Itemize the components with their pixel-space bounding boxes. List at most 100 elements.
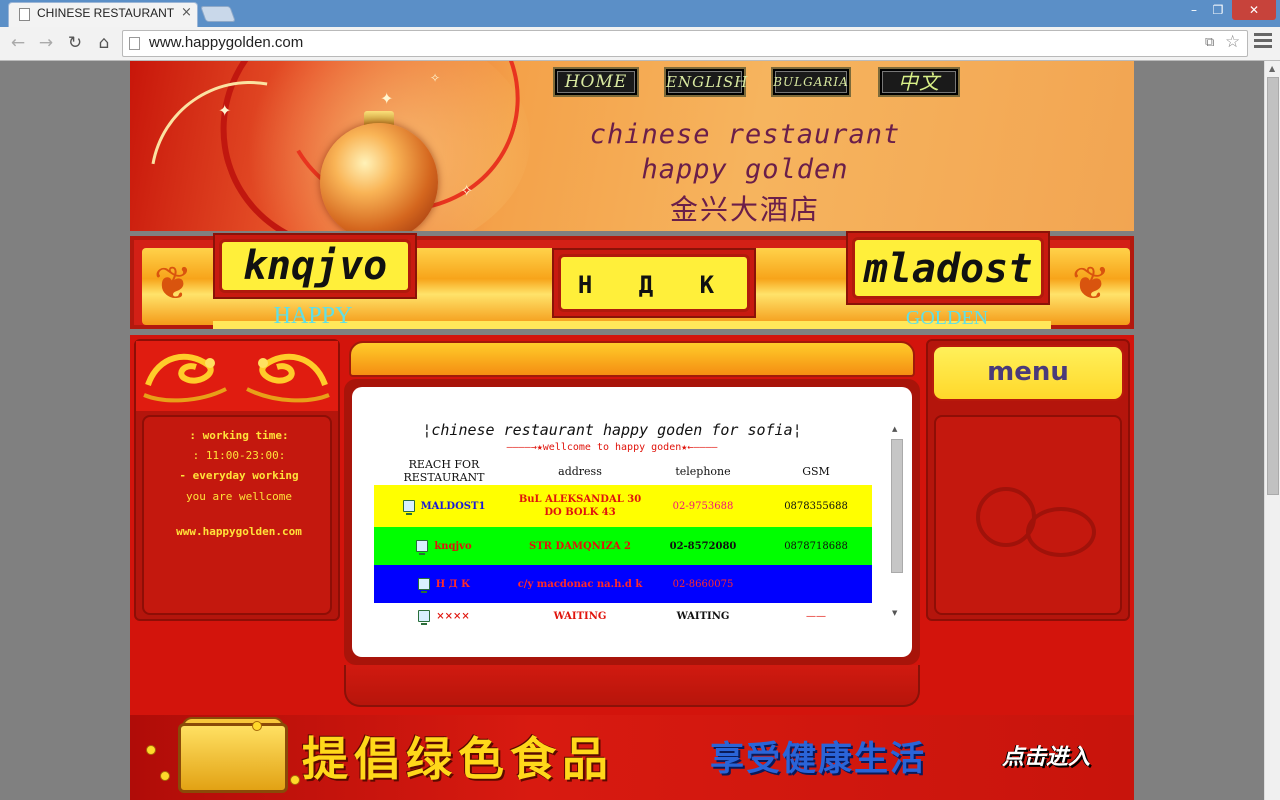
- forward-icon[interactable]: →: [34, 31, 58, 55]
- gsm-cell: ——: [806, 610, 826, 622]
- content-base: [344, 665, 920, 707]
- banner-slogan: 提倡绿色食品: [302, 732, 614, 786]
- star-icon[interactable]: ☆: [1225, 32, 1240, 52]
- branch-cell[interactable]: knqjvo: [374, 527, 514, 565]
- scroll-thumb[interactable]: [891, 439, 903, 573]
- banner-subslogan: 享受健康生活: [710, 739, 926, 779]
- table-row: Н Д К c/y macdonac na.h.d k 02-8660075: [374, 565, 872, 603]
- greeting-heading: ¦chinese restaurant happy goden for sofi…: [422, 421, 802, 439]
- branch-mladost-button[interactable]: mladost: [852, 237, 1044, 299]
- branch-ndk-button[interactable]: Н Д К: [558, 254, 750, 312]
- banner-enter-link[interactable]: 点击进入: [1002, 739, 1090, 771]
- sparkle-icon: ✧: [460, 181, 474, 200]
- close-icon[interactable]: ×: [181, 5, 192, 20]
- swirl-decoration: [1026, 507, 1096, 557]
- telephone-cell: 02-9753688: [672, 500, 734, 512]
- golden-label: GOLDEN: [905, 307, 989, 329]
- sparkle-icon: ✦: [218, 101, 232, 120]
- site-container: ✦ ✦ ✧ ✧ HOME ENGLISH BULGARIA 中文 chinese…: [130, 61, 1134, 800]
- table-header-row: REACH FOR RESTAURANT address telephone G…: [374, 457, 872, 485]
- column-header: GSM: [802, 464, 830, 478]
- translate-icon[interactable]: ⧉: [1205, 35, 1214, 50]
- coin-icon: [160, 771, 170, 781]
- branch-knqjvo-frame: knqjvo: [213, 233, 417, 299]
- reload-icon[interactable]: ↻: [63, 31, 87, 55]
- sparkle-icon: ✦: [380, 89, 394, 108]
- address-bar[interactable]: www.happygolden.com ⧉ ☆: [122, 30, 1248, 57]
- branch-mladost-frame: mladost: [846, 231, 1050, 305]
- telephone-cell: WAITING: [676, 610, 730, 622]
- address-cell: BuL ALEKSANDAL 30 DO BOLK 43: [518, 494, 642, 518]
- page-icon: [129, 37, 140, 50]
- menu-button[interactable]: menu: [932, 345, 1124, 401]
- browser-toolbar: ← → ↻ ⌂ www.happygolden.com ⧉ ☆: [0, 27, 1280, 61]
- content-panel: ¦chinese restaurant happy goden for sofi…: [352, 387, 912, 657]
- welcome-note: you are wellcome: [186, 490, 292, 503]
- sparkle-icon: ✧: [430, 71, 441, 85]
- dragon-banner: [136, 341, 338, 411]
- branch-cell[interactable]: ××××: [374, 603, 514, 629]
- menu-icon[interactable]: [1254, 33, 1272, 53]
- computer-icon: [418, 610, 431, 625]
- minimize-button[interactable]: –: [1183, 0, 1205, 20]
- new-tab-button[interactable]: [200, 6, 236, 22]
- address-cell: WAITING: [553, 610, 607, 622]
- scroll-up-icon[interactable]: ▲: [892, 425, 897, 433]
- table-row: knqjvo STR DAMQNIZA 2 02-8572080 0878718…: [374, 527, 872, 565]
- maximize-button[interactable]: ❐: [1207, 0, 1229, 20]
- nav-bulgaria-link[interactable]: BULGARIA: [771, 67, 851, 97]
- branch-name[interactable]: Н Д К: [436, 578, 470, 591]
- tab-chinese-restaurant[interactable]: CHINESE RESTAURANT ×: [8, 2, 198, 27]
- scroll-up-icon[interactable]: ▲: [1269, 64, 1275, 73]
- gsm-cell: [760, 565, 872, 603]
- working-hours: : 11:00-23:00:: [192, 449, 286, 462]
- column-header: telephone: [675, 464, 731, 478]
- table-scrollbar[interactable]: ▲ ▼: [890, 425, 904, 625]
- promo-banner[interactable]: 提倡绿色食品 享受健康生活 点击进入: [130, 715, 1134, 800]
- branch-name[interactable]: ××××: [436, 610, 470, 623]
- scroll-thumb[interactable]: [1267, 77, 1279, 495]
- website-link[interactable]: www.happygolden.com: [144, 525, 334, 538]
- page-viewport: ✦ ✦ ✧ ✧ HOME ENGLISH BULGARIA 中文 chinese…: [0, 61, 1264, 800]
- coin-icon: [146, 745, 156, 755]
- nav-chinese-link[interactable]: 中文: [878, 67, 960, 97]
- right-sidebar: menu: [926, 339, 1130, 621]
- branch-name[interactable]: MALDOST1: [421, 500, 486, 513]
- table-row: ×××× WAITING WAITING ——: [374, 603, 872, 629]
- page-scrollbar[interactable]: ▲: [1264, 61, 1280, 800]
- back-icon[interactable]: ←: [6, 31, 30, 55]
- telephone-cell: 02-8660075: [672, 578, 734, 590]
- url-text[interactable]: www.happygolden.com: [149, 34, 303, 51]
- welcome-marquee: ————→★wellcome to happy goden★←————: [506, 442, 718, 453]
- branch-knqjvo-button[interactable]: knqjvo: [219, 239, 411, 293]
- scroll-ornament-icon: ❦: [1071, 256, 1111, 310]
- page-icon: [19, 8, 30, 21]
- branch-name[interactable]: knqjvo: [434, 540, 471, 553]
- branch-cell[interactable]: MALDOST1: [374, 485, 514, 527]
- column-header: REACH FOR RESTAURANT: [403, 458, 485, 484]
- column-header: address: [558, 464, 602, 478]
- computer-icon: [416, 540, 429, 555]
- branch-ndk-frame: Н Д К: [552, 248, 756, 318]
- scroll-down-icon[interactable]: ▼: [892, 609, 897, 617]
- branches-table: REACH FOR RESTAURANT address telephone G…: [374, 457, 872, 629]
- window-close-button[interactable]: ✕: [1232, 0, 1276, 20]
- nav-home-link[interactable]: HOME: [553, 67, 639, 97]
- computer-icon: [402, 500, 415, 515]
- menu-box: [934, 415, 1122, 615]
- tab-title: CHINESE RESTAURANT: [37, 6, 175, 20]
- gsm-cell: 0878355688: [784, 500, 848, 512]
- branch-cell[interactable]: Н Д К: [374, 565, 514, 603]
- site-title-line2: happy golden: [641, 154, 849, 185]
- site-header: ✦ ✦ ✧ ✧ HOME ENGLISH BULGARIA 中文 chinese…: [130, 61, 1134, 231]
- language-nav: HOME ENGLISH BULGARIA 中文: [553, 67, 973, 99]
- christmas-ornament-image: [320, 123, 438, 231]
- gsm-cell: 0878718688: [784, 540, 848, 552]
- content-header-bar: [349, 341, 915, 377]
- working-time-heading: : working time:: [189, 429, 289, 442]
- nav-english-link[interactable]: ENGLISH: [664, 67, 747, 97]
- coin-icon: [252, 721, 262, 731]
- home-icon[interactable]: ⌂: [92, 31, 116, 55]
- address-cell: c/y macdonac na.h.d k: [517, 578, 643, 590]
- main-area: : working time: : 11:00-23:00: - everyda…: [130, 335, 1134, 715]
